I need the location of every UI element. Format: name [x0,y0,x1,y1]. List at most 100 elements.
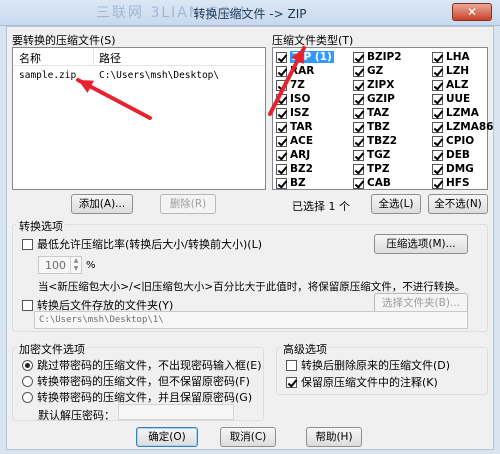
compress-options-button[interactable]: 压缩选项(M)... [374,234,468,254]
column-name[interactable]: 名称 [19,50,41,66]
type-label: GZIP [367,93,395,105]
type-checkbox[interactable] [276,135,287,147]
type-item[interactable]: LHA [432,50,494,64]
type-item[interactable]: HFS [432,176,494,190]
type-label: CAB [367,177,391,189]
cancel-button[interactable]: 取消(C) [220,427,276,447]
radio-keep-password[interactable] [22,391,33,403]
type-checkbox[interactable] [276,93,287,105]
radio-skip[interactable] [22,359,33,371]
type-checkbox[interactable] [353,149,364,161]
keep-comment-option[interactable]: 保留原压缩文件中的注释(K) [286,374,438,390]
type-label: TAZ [367,107,390,119]
choose-folder-button[interactable]: 选择文件夹(B)... [374,293,468,313]
type-item[interactable]: TBZ [353,120,402,134]
type-checkbox[interactable] [353,65,364,77]
min-ratio-checkbox[interactable] [22,238,33,250]
keep-comment-checkbox[interactable] [286,376,297,388]
type-item[interactable]: TAR [276,120,334,134]
ratio-input[interactable]: 100 ▲ ▼ [38,256,82,274]
type-item[interactable]: ISO [276,92,334,106]
type-checkbox[interactable] [432,149,443,161]
folder-path-input[interactable]: C:\Users\msh\Desktop\1\ [34,311,468,329]
type-checkbox[interactable] [276,121,287,133]
type-checkbox[interactable] [432,79,443,91]
type-item[interactable]: TPZ [353,162,402,176]
type-item[interactable]: ZIPX [353,78,402,92]
type-checkbox[interactable] [276,65,287,77]
type-item[interactable]: ALZ [432,78,494,92]
type-checkbox[interactable] [432,121,443,133]
type-item[interactable]: TGZ [353,148,402,162]
default-password-input[interactable] [118,404,234,420]
type-item[interactable]: TAZ [353,106,402,120]
type-item[interactable]: CPIO [432,134,494,148]
ok-button[interactable]: 确定(O) [136,427,198,447]
type-checkbox[interactable] [353,79,364,91]
type-label: CPIO [446,135,475,147]
type-checkbox[interactable] [353,121,364,133]
remove-button[interactable]: 删除(R) [160,194,216,214]
encrypt-option-keep-password[interactable]: 转换带密码的压缩文件，并且保留原密码(G) [22,389,252,405]
type-checkbox[interactable] [432,51,443,63]
type-item[interactable]: BZ2 [276,162,334,176]
type-item[interactable]: LZMA [432,106,494,120]
table-row[interactable]: sample.zip C:\Users\msh\Desktop\ [13,68,265,84]
type-checkbox[interactable] [432,135,443,147]
type-checkbox[interactable] [353,51,364,63]
ratio-spinner[interactable]: ▲ ▼ [70,257,81,273]
type-list[interactable]: ZIP (1) RAR 7Z ISO ISZ TAR ACE ARJ BZ2 BZ BZIP2 GZ… [272,47,494,190]
type-item[interactable]: GZ [353,64,402,78]
type-item[interactable]: ACE [276,134,334,148]
type-item[interactable]: ZIP (1) [276,50,334,64]
help-button[interactable]: 帮助(H) [306,427,362,447]
type-item[interactable]: LZH [432,64,494,78]
type-checkbox[interactable] [432,107,443,119]
type-checkbox[interactable] [353,163,364,175]
type-item[interactable]: RAR [276,64,334,78]
type-checkbox[interactable] [276,51,287,63]
type-checkbox[interactable] [276,177,287,189]
delete-original-checkbox[interactable] [286,359,297,371]
type-item[interactable]: BZIP2 [353,50,402,64]
encrypt-option-skip[interactable]: 跳过带密码的压缩文件，不出现密码输入框(E) [22,357,262,373]
type-checkbox[interactable] [432,177,443,189]
type-item[interactable]: GZIP [353,92,402,106]
type-label: LZMA86 [446,121,494,133]
type-item[interactable]: ARJ [276,148,334,162]
encrypt-option-label: 转换带密码的压缩文件，但不保留原密码(F) [37,375,250,388]
select-all-button[interactable]: 全选(L) [371,194,421,214]
type-checkbox[interactable] [276,79,287,91]
file-list[interactable]: 名称 路径 sample.zip C:\Users\msh\Desktop\ [12,47,266,190]
type-label: ALZ [446,79,469,91]
type-item[interactable]: UUE [432,92,494,106]
encrypt-option-drop-password[interactable]: 转换带密码的压缩文件，但不保留原密码(F) [22,373,250,389]
save-folder-checkbox[interactable] [22,299,33,311]
type-item[interactable]: CAB [353,176,402,190]
type-checkbox[interactable] [432,163,443,175]
type-checkbox[interactable] [276,107,287,119]
type-item[interactable]: 7Z [276,78,334,92]
type-checkbox[interactable] [432,65,443,77]
type-item[interactable]: DMG [432,162,494,176]
type-checkbox[interactable] [353,177,364,189]
type-item[interactable]: LZMA86 [432,120,494,134]
type-checkbox[interactable] [353,93,364,105]
type-checkbox[interactable] [276,163,287,175]
add-button[interactable]: 添加(A)... [71,194,133,214]
column-path[interactable]: 路径 [99,50,121,66]
type-label: 7Z [290,79,305,91]
type-item[interactable]: TBZ2 [353,134,402,148]
select-none-button[interactable]: 全不选(N) [428,194,488,214]
type-checkbox[interactable] [353,107,364,119]
type-checkbox[interactable] [432,93,443,105]
type-item[interactable]: BZ [276,176,334,190]
type-checkbox[interactable] [353,135,364,147]
type-checkbox[interactable] [276,149,287,161]
min-ratio-option[interactable]: 最低允许压缩比率(转换后大小/转换前大小)(L) [22,236,262,252]
delete-original-option[interactable]: 转换后删除原来的压缩文件(D) [286,357,450,373]
radio-drop-password[interactable] [22,375,33,387]
type-item[interactable]: DEB [432,148,494,162]
close-button[interactable]: ✕ [452,3,492,21]
type-item[interactable]: ISZ [276,106,334,120]
